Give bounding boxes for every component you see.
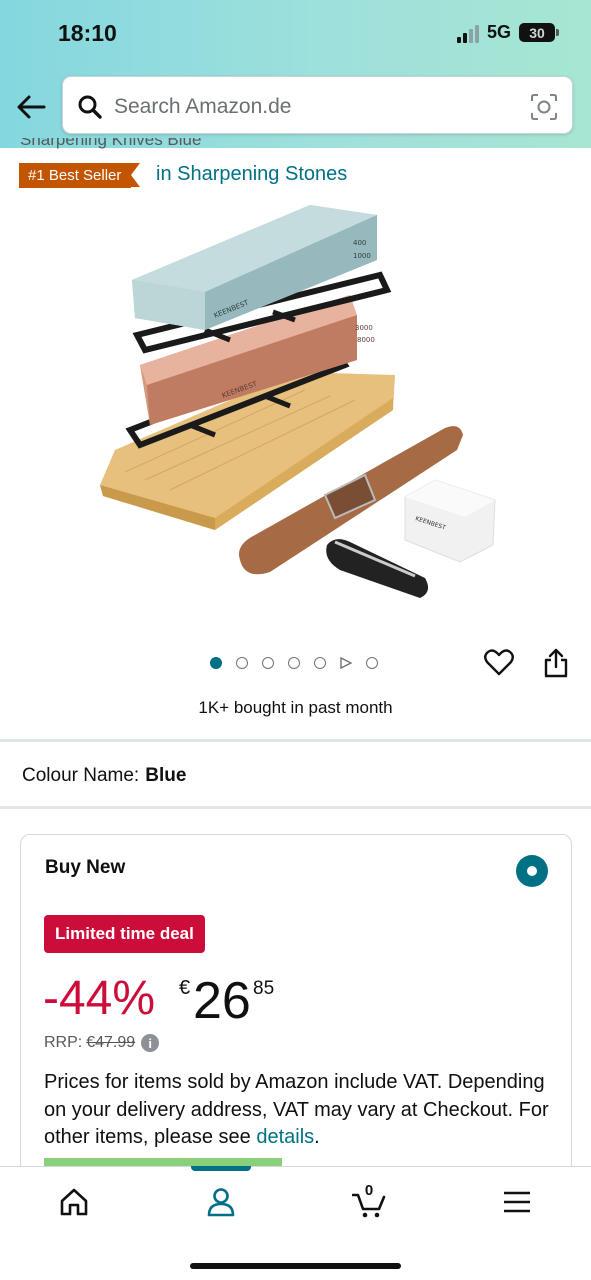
gallery-dot[interactable]: [236, 657, 248, 669]
back-arrow-icon[interactable]: [14, 90, 48, 124]
home-icon[interactable]: [57, 1185, 91, 1219]
gallery-dot[interactable]: [262, 657, 274, 669]
network-label: 5G: [486, 22, 511, 42]
vat-notice: Prices for items sold by Amazon include …: [44, 1071, 549, 1148]
limited-time-deal-badge: Limited time deal: [44, 915, 205, 953]
active-tab-indicator: [191, 1166, 251, 1171]
rrp-label: RRP:: [44, 1034, 83, 1051]
gallery-dot[interactable]: [314, 657, 326, 669]
buy-new-radio[interactable]: [516, 855, 548, 887]
colour-value: Blue: [145, 765, 187, 786]
menu-icon[interactable]: [500, 1185, 534, 1219]
rrp-value: €47.99: [86, 1034, 136, 1051]
status-indicators: 5G 30: [456, 22, 559, 43]
image-grit-1000: 1000: [353, 252, 371, 260]
signal-icon: [456, 23, 479, 43]
gallery-dot[interactable]: [366, 657, 378, 669]
cart-button[interactable]: 0: [352, 1182, 386, 1219]
battery-icon: 30: [519, 23, 559, 42]
camera-search-icon[interactable]: [530, 93, 558, 121]
status-time: 18:10: [58, 20, 117, 46]
gallery-dot[interactable]: [288, 657, 300, 669]
cart-count: 0: [364, 1182, 374, 1199]
home-indicator: [190, 1263, 401, 1269]
buy-new-title: Buy New: [45, 857, 126, 878]
image-grit-8000: 8000: [357, 336, 375, 344]
image-grit-400: 400: [353, 239, 366, 247]
search-bar[interactable]: Search Amazon.de: [62, 76, 573, 134]
search-placeholder: Search Amazon.de: [114, 95, 292, 118]
heart-icon[interactable]: [484, 648, 514, 676]
price-fraction: 85: [253, 978, 275, 999]
best-seller-badge[interactable]: #1 Best Seller: [19, 163, 141, 188]
colour-label: Colour Name:: [22, 765, 140, 786]
image-grit-3000: 3000: [355, 324, 373, 332]
info-icon[interactable]: i: [141, 1034, 160, 1052]
price-whole: 26: [193, 972, 251, 1030]
price-currency: €: [179, 977, 191, 999]
header: 18:10 5G 30 Search Amazon.de: [0, 0, 591, 148]
divider: [0, 806, 591, 809]
share-icon[interactable]: [543, 647, 569, 679]
best-seller-category-link[interactable]: in Sharpening Stones: [156, 163, 347, 186]
divider: [0, 739, 591, 742]
video-play-icon[interactable]: [340, 657, 352, 669]
colour-selector[interactable]: Colour Name: Blue: [22, 765, 186, 787]
product-image[interactable]: KEENBEST 3000 8000 KEENBEST 400 1000 KEE…: [95, 200, 505, 610]
discount-percent: -44%: [43, 972, 156, 1025]
details-link[interactable]: details: [256, 1126, 314, 1148]
account-icon[interactable]: [204, 1185, 238, 1219]
product-title-fragment: Sharpening Knives Blue: [20, 138, 202, 149]
gallery-dots[interactable]: [210, 657, 378, 669]
search-icon: [78, 95, 102, 119]
bottom-nav: 0: [0, 1166, 591, 1280]
bought-in-past-month: 1K+ bought in past month: [198, 698, 393, 717]
rrp: RRP: €47.99 i: [44, 1034, 160, 1052]
gallery-dot[interactable]: [210, 657, 222, 669]
